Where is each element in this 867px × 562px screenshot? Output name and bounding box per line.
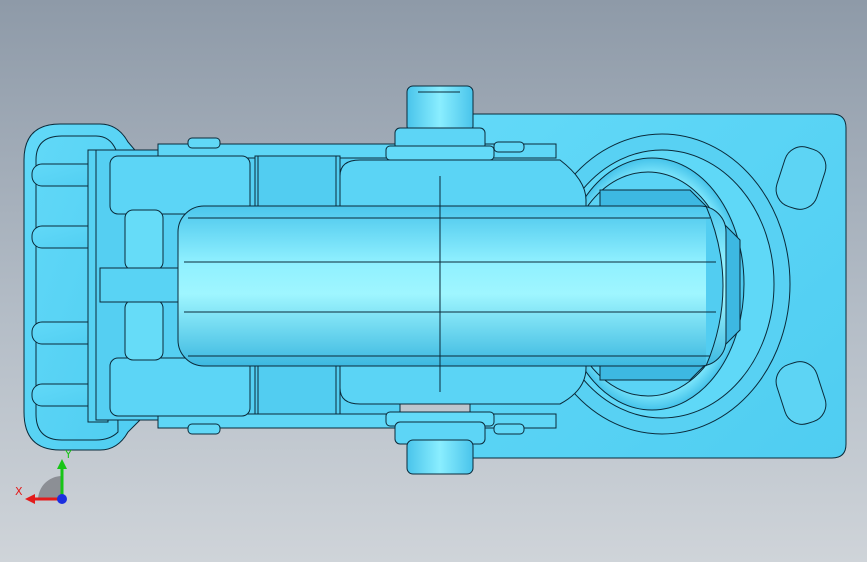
axis-x-label: X: [15, 485, 23, 498]
cad-viewport[interactable]: X Y: [0, 0, 867, 562]
axle-nut-top: [406, 85, 474, 133]
coordinate-triad: [25, 459, 67, 504]
axle-nut-bottom: [406, 439, 474, 475]
wheel-tread: [177, 205, 727, 367]
axis-y-label: Y: [65, 448, 72, 461]
caster-wheel-model[interactable]: [0, 0, 867, 562]
